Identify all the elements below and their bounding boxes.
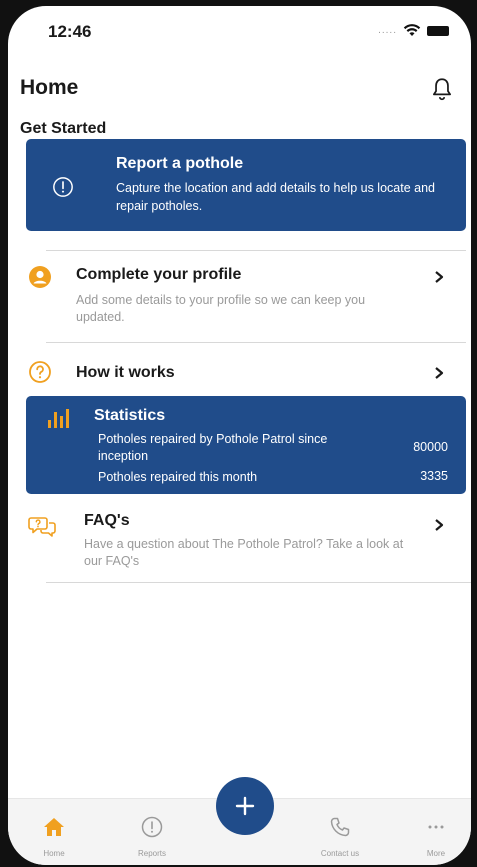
question-icon [29, 361, 51, 383]
chevron-right-icon [435, 367, 444, 379]
stats-value: 3335 [420, 469, 448, 483]
phone-icon [330, 817, 350, 837]
add-report-button[interactable] [216, 777, 274, 835]
status-time: 12:46 [48, 22, 92, 41]
status-icons: ..... [378, 24, 449, 37]
tab-label: Contact us [320, 849, 360, 858]
tab-label: Home [43, 849, 65, 858]
info-icon [53, 177, 73, 197]
stats-value: 80000 [413, 440, 448, 454]
page-title: Home [20, 76, 79, 99]
list-item-faqs[interactable]: FAQ's Have a question about The Pothole … [20, 506, 466, 576]
list-item-complete-profile[interactable]: Complete your profile Add some details t… [20, 261, 466, 331]
section-title: Get Started [20, 120, 107, 137]
tab-label: Reports [137, 849, 166, 858]
list-item-how-it-works[interactable]: How it works [20, 354, 466, 390]
divider [46, 582, 471, 583]
list-item-title: FAQ's [84, 512, 130, 529]
home-icon [44, 818, 64, 836]
list-item-title: Complete your profile [76, 266, 242, 283]
report-card-description: Capture the location and add details to … [116, 181, 435, 213]
divider [46, 250, 466, 251]
user-icon [29, 266, 51, 288]
statistics-card: Statistics Potholes repaired by Pothole … [26, 396, 466, 494]
chevron-right-icon [435, 271, 444, 283]
chevron-right-icon [435, 519, 444, 531]
info-icon [141, 816, 163, 838]
divider [46, 342, 466, 343]
tab-reports[interactable]: Reports [122, 799, 182, 865]
battery-icon [427, 25, 449, 36]
phone-screen: 12:46 ..... Home Get Started Report a po… [8, 6, 471, 865]
stats-label: Potholes repaired by Pothole Patrol sinc… [98, 432, 328, 463]
statistics-title: Statistics [94, 407, 166, 424]
list-item-title: How it works [76, 364, 175, 381]
list-item-description: Have a question about The Pothole Patrol… [84, 537, 404, 568]
report-card-title: Report a pothole [116, 155, 244, 172]
wifi-icon [403, 24, 421, 36]
tab-contact-us[interactable]: Contact us [310, 799, 370, 865]
bell-icon[interactable] [429, 76, 455, 102]
bar-chart-icon [48, 409, 69, 428]
tab-more[interactable]: More [406, 799, 466, 865]
signal-icon: ..... [378, 25, 397, 36]
status-bar: 12:46 ..... [8, 6, 471, 62]
tab-label: More [426, 849, 446, 858]
stats-label: Potholes repaired this month [98, 470, 258, 484]
ellipsis-icon [428, 825, 444, 829]
report-pothole-card[interactable]: Report a pothole Capture the location an… [26, 139, 466, 231]
tab-home[interactable]: Home [24, 799, 84, 865]
chat-question-icon [28, 517, 56, 537]
plus-icon [235, 796, 255, 816]
list-item-description: Add some details to your profile so we c… [76, 293, 366, 324]
